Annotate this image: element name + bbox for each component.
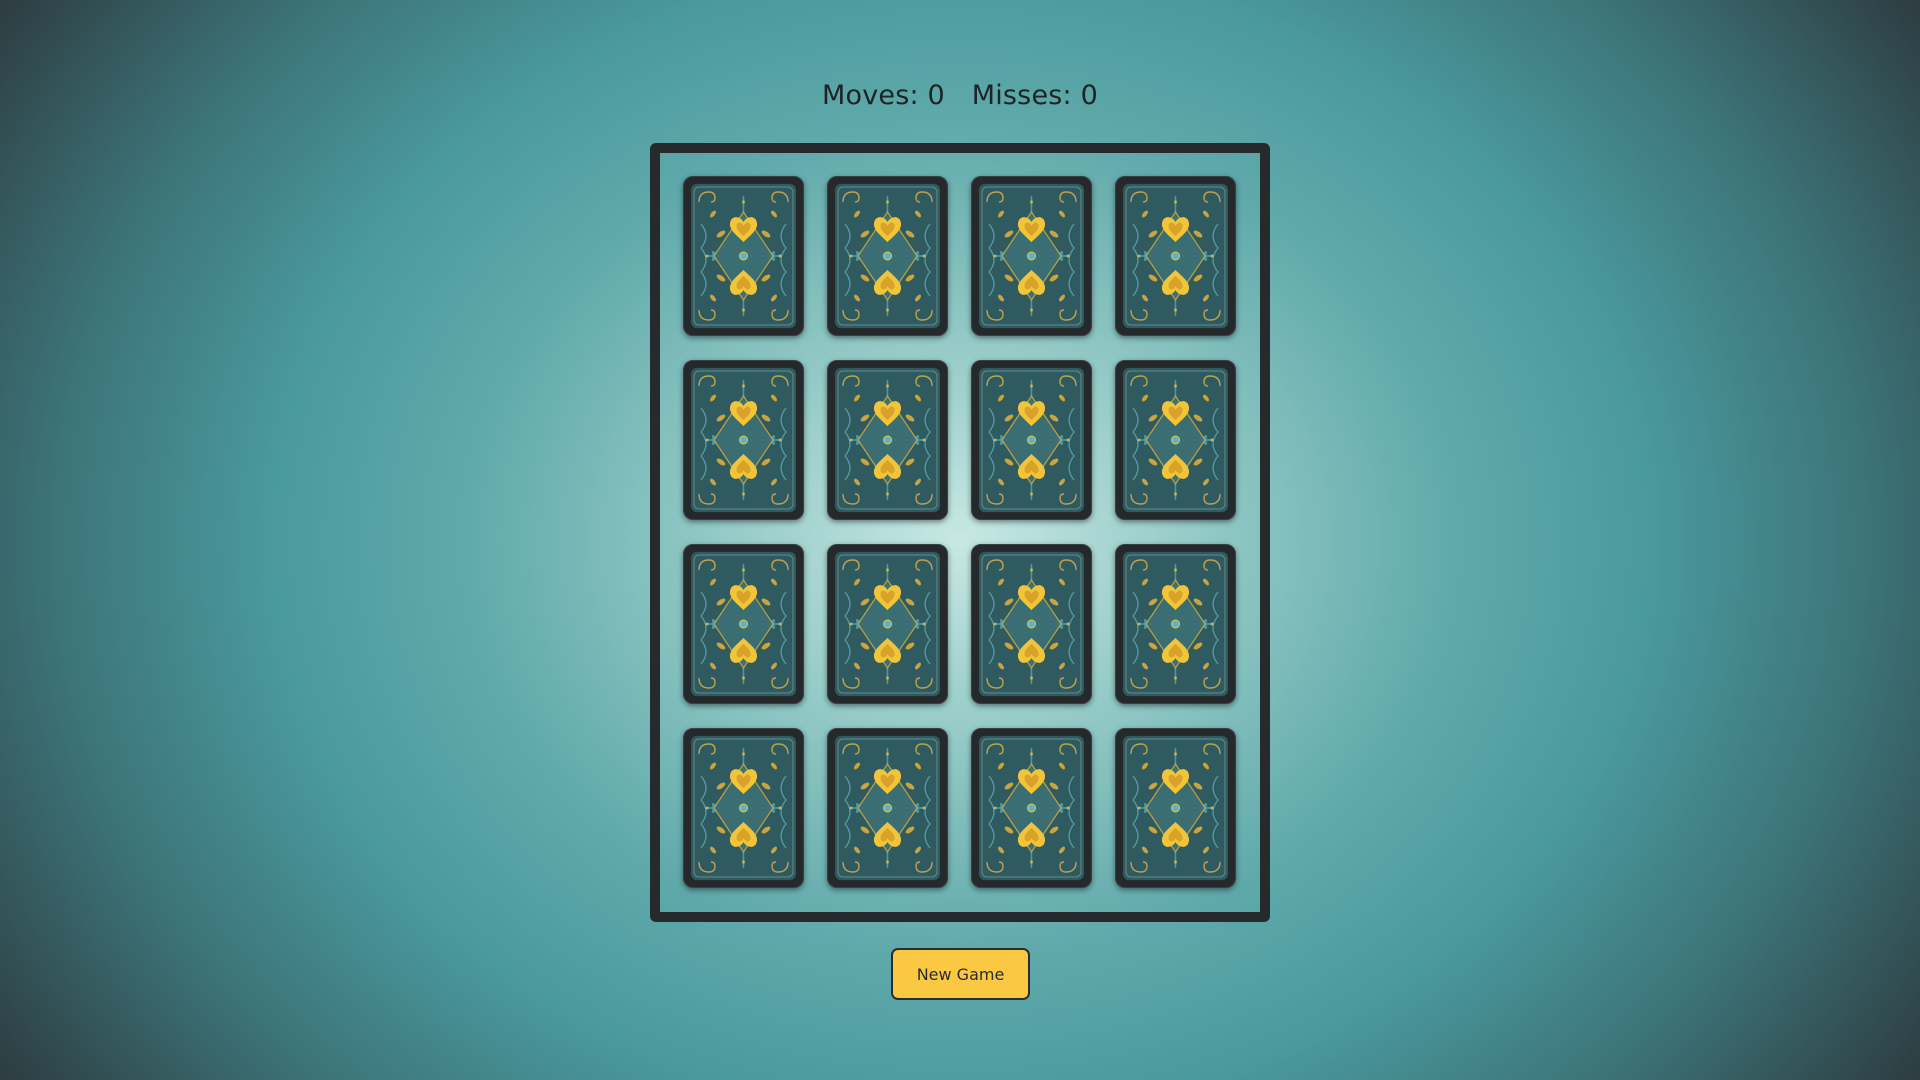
ornate-card-back-icon (835, 184, 940, 328)
card-r4-c4[interactable] (1115, 728, 1236, 888)
ornate-card-back-icon (979, 736, 1084, 880)
ornate-card-back-icon (835, 368, 940, 512)
card-r3-c1[interactable] (683, 544, 804, 704)
card-r2-c2[interactable] (827, 360, 948, 520)
ornate-card-back-icon (691, 184, 796, 328)
card-r1-c3[interactable] (971, 176, 1092, 336)
card-grid (683, 176, 1236, 888)
moves-counter: Moves: 0 (821, 80, 945, 111)
ornate-card-back-icon (1123, 184, 1228, 328)
card-r4-c1[interactable] (683, 728, 804, 888)
card-r1-c1[interactable] (683, 176, 804, 336)
card-r2-c3[interactable] (971, 360, 1092, 520)
misses-counter: Misses: 0 (971, 80, 1098, 111)
ornate-card-back-icon (1123, 368, 1228, 512)
new-game-button[interactable]: New Game (891, 948, 1030, 1000)
card-r4-c3[interactable] (971, 728, 1092, 888)
card-r3-c3[interactable] (971, 544, 1092, 704)
card-r1-c2[interactable] (827, 176, 948, 336)
ornate-card-back-icon (835, 736, 940, 880)
ornate-card-back-icon (691, 368, 796, 512)
card-r4-c2[interactable] (827, 728, 948, 888)
card-r3-c2[interactable] (827, 544, 948, 704)
ornate-card-back-icon (835, 552, 940, 696)
ornate-card-back-icon (979, 552, 1084, 696)
ornate-card-back-icon (979, 184, 1084, 328)
ornate-card-back-icon (979, 368, 1084, 512)
card-r2-c1[interactable] (683, 360, 804, 520)
card-r1-c4[interactable] (1115, 176, 1236, 336)
ornate-card-back-icon (691, 736, 796, 880)
card-r3-c4[interactable] (1115, 544, 1236, 704)
card-r2-c4[interactable] (1115, 360, 1236, 520)
card-board (650, 143, 1270, 922)
memory-game: Moves: 0 Misses: 0 New Game (0, 0, 1920, 1080)
ornate-card-back-icon (1123, 552, 1228, 696)
ornate-card-back-icon (691, 552, 796, 696)
ornate-card-back-icon (1123, 736, 1228, 880)
scoreboard: Moves: 0 Misses: 0 (0, 80, 1920, 111)
